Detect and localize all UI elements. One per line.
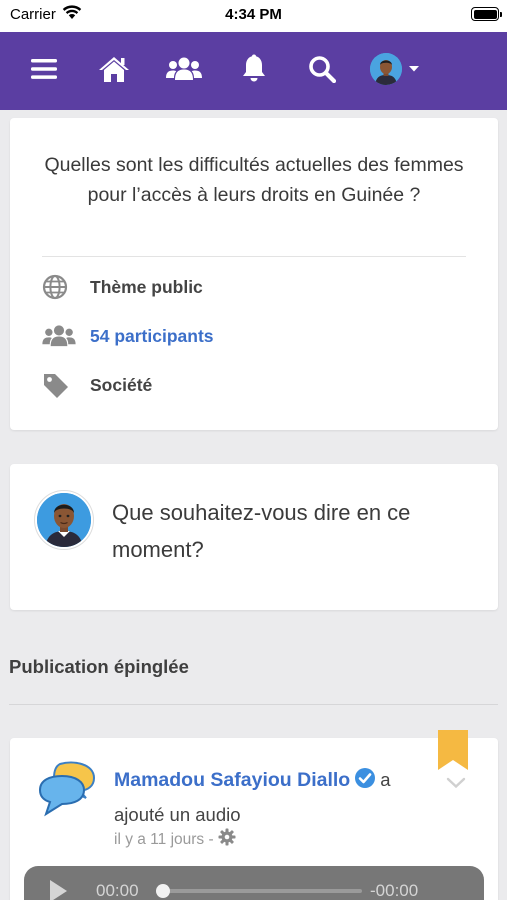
globe-icon [42, 274, 78, 300]
chat-bubbles-icon [34, 760, 102, 820]
post-header: Mamadou Safayiou Diallo a ajouté un audio [114, 764, 434, 831]
audio-player: 00:00 -00:00 [24, 866, 484, 900]
audio-remaining-time: -00:00 [370, 881, 419, 900]
status-bar: Carrier 4:34 PM [0, 0, 507, 32]
search-icon [308, 55, 337, 88]
pinned-post-card: Mamadou Safayiou Diallo a ajouté un audio… [10, 730, 498, 900]
audio-seek-handle[interactable] [156, 884, 170, 898]
menu-button[interactable] [24, 51, 64, 91]
notifications-button[interactable] [234, 51, 274, 91]
theme-visibility-row: Thème public [42, 273, 203, 301]
gear-icon[interactable] [218, 828, 236, 851]
battery-icon [471, 7, 502, 21]
home-icon [98, 55, 130, 88]
verified-icon [354, 767, 376, 799]
home-button[interactable] [94, 51, 134, 91]
divider [42, 256, 466, 257]
post-time: il y a 11 jours - [114, 830, 214, 848]
search-button[interactable] [302, 51, 342, 91]
profile-menu-button[interactable] [370, 53, 420, 85]
category-label: Société [90, 374, 153, 395]
groups-button[interactable] [164, 51, 204, 91]
participants-link[interactable]: 54 participants [90, 326, 214, 347]
divider [9, 704, 498, 705]
post-meta: il y a 11 jours - [114, 828, 236, 851]
tag-icon [42, 372, 78, 398]
bookmark-icon [438, 730, 468, 770]
audio-progress-track[interactable] [162, 889, 362, 893]
status-time: 4:34 PM [225, 6, 282, 23]
users-icon [166, 56, 202, 87]
theme-visibility-label: Thème public [90, 276, 203, 297]
post-author-link[interactable]: Mamadou Safayiou Diallo [114, 769, 350, 791]
audio-current-time: 00:00 [96, 881, 139, 900]
bell-icon [241, 54, 267, 89]
chevron-down-icon [408, 60, 420, 78]
chevron-down-icon[interactable] [446, 776, 466, 794]
play-icon[interactable] [48, 879, 68, 900]
top-navbar [0, 32, 507, 110]
participants-row[interactable]: 54 participants [42, 322, 214, 350]
avatar [370, 53, 402, 85]
theme-title: Quelles sont les difficultés actuelles d… [44, 154, 464, 206]
pinned-section-title: Publication épinglée [9, 656, 189, 677]
theme-card: Quelles sont les difficultés actuelles d… [10, 118, 498, 430]
post-composer[interactable]: Que souhaitez-vous dire en ce moment? [10, 464, 498, 610]
category-row: Société [42, 371, 152, 399]
users-icon [42, 324, 78, 348]
menu-icon [31, 58, 57, 85]
avatar [34, 490, 94, 550]
composer-placeholder[interactable]: Que souhaitez-vous dire en ce moment? [112, 494, 452, 568]
